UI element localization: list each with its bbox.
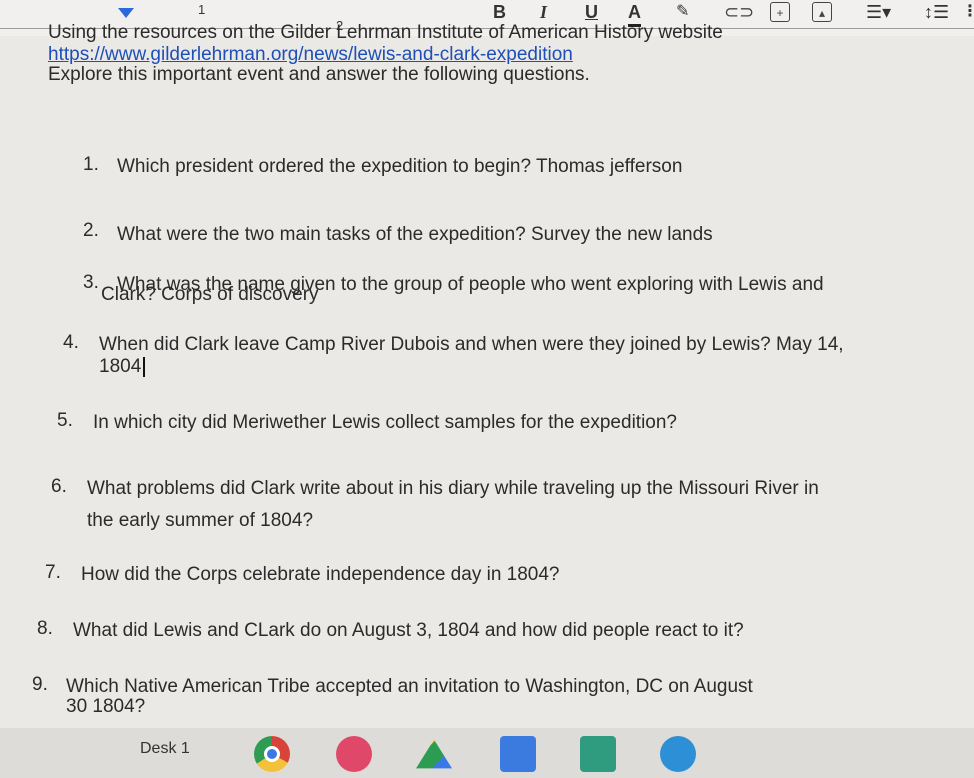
question-number: 1. (83, 154, 99, 175)
intro-instructions: Explore this important event and answer … (48, 64, 590, 85)
desk-label[interactable]: Desk 1 (140, 740, 190, 758)
question-number: 9. (32, 674, 48, 695)
question-text: Clark? Corps of discovery (101, 284, 319, 305)
left-indent-marker[interactable] (118, 8, 134, 18)
question-text: What problems did Clark write about in h… (87, 478, 819, 499)
intro-text: Using the resources on the Gilder Lehrma… (48, 22, 723, 43)
photos-icon[interactable] (336, 736, 372, 772)
files-icon[interactable] (580, 736, 616, 772)
question-text: When did Clark leave Camp River Dubois a… (99, 334, 844, 355)
question-number: 6. (51, 476, 67, 497)
question-text: What did Lewis and CLark do on August 3,… (73, 620, 744, 641)
question-text: 1804 (99, 356, 146, 378)
app-icon[interactable] (660, 736, 696, 772)
question-number: 3. (83, 272, 99, 293)
question-number: 4. (63, 332, 79, 353)
question-text: In which city did Meriwether Lewis colle… (93, 412, 677, 433)
document-page[interactable]: Using the resources on the Gilder Lehrma… (0, 22, 974, 728)
drive-icon[interactable] (416, 739, 452, 769)
question-number: 7. (45, 562, 61, 583)
question-text: How did the Corps celebrate independence… (81, 564, 560, 585)
answer-text: 1804 (99, 356, 142, 377)
question-text: Which president ordered the expedition t… (117, 156, 683, 177)
question-number: 5. (57, 410, 73, 431)
question-text: 30 1804? (66, 696, 146, 717)
source-link[interactable]: https://www.gilderlehrman.org/news/lewis… (48, 44, 573, 66)
text-cursor (143, 356, 146, 377)
question-text: the early summer of 1804? (87, 510, 314, 531)
ruler-number: 1 (198, 2, 206, 17)
docs-icon[interactable] (500, 736, 536, 772)
taskbar: Desk 1 (0, 728, 974, 778)
question-number: 2. (83, 220, 99, 241)
question-text: What were the two main tasks of the expe… (117, 224, 713, 245)
question-number: 8. (37, 618, 53, 639)
question-text: Which Native American Tribe accepted an … (66, 676, 753, 697)
chrome-icon[interactable] (254, 736, 290, 772)
